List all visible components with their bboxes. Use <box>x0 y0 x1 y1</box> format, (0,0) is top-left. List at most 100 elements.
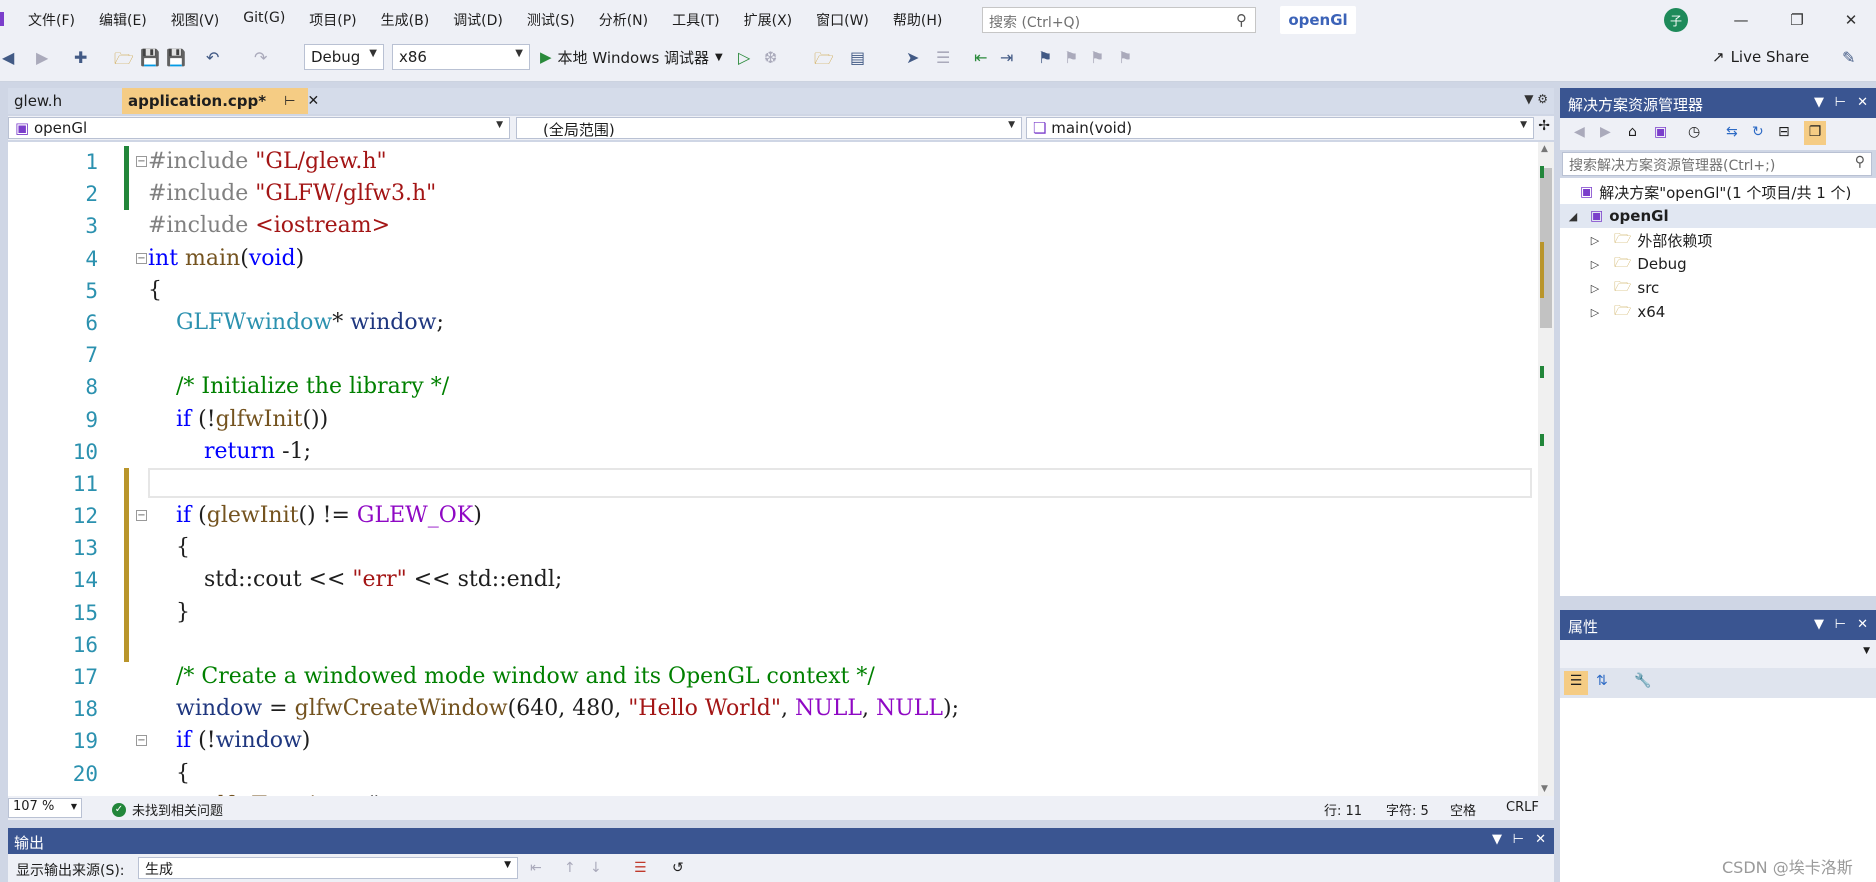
pin-icon[interactable]: ⊢ <box>1835 617 1846 632</box>
menu-debug[interactable]: 调试(D) <box>441 10 515 30</box>
forward-icon[interactable]: ▶ <box>36 48 48 67</box>
menu-build[interactable]: 生成(B) <box>369 10 442 30</box>
show-all-files-icon[interactable]: ❐ <box>1804 121 1826 145</box>
redo-icon[interactable]: ↷ <box>254 48 267 67</box>
home-icon[interactable]: ⌂ <box>1628 124 1637 140</box>
tree-item-external-deps[interactable]: ▷ 🗁 外部依赖项 <box>1560 228 1876 252</box>
hot-reload-icon[interactable]: ❆ <box>764 48 777 67</box>
tree-item-project[interactable]: ◢ ▣ openGl <box>1560 204 1876 228</box>
chevron-down-icon[interactable]: ▼ <box>1492 832 1502 847</box>
project-dropdown[interactable]: ▣ openGl ▼ <box>8 117 510 139</box>
close-icon[interactable]: ✕ <box>1857 95 1868 110</box>
alphabetical-icon[interactable]: ⇅ <box>1596 673 1608 689</box>
start-without-debug-icon[interactable]: ▷ <box>738 48 750 67</box>
undo-icon[interactable]: ↶ <box>206 48 219 67</box>
close-window-icon[interactable]: ✕ <box>1836 8 1866 32</box>
menu-extensions[interactable]: 扩展(X) <box>732 10 805 30</box>
zoom-select[interactable]: 107 % ▼ <box>8 798 82 818</box>
start-debugging-button[interactable]: ▶ 本地 Windows 调试器 ▼ <box>540 44 723 70</box>
bookmark-next-icon[interactable]: ⚑ <box>1090 48 1104 67</box>
clear-all-icon[interactable]: ☰ <box>634 860 647 876</box>
whitespace-indicator[interactable]: 空格 <box>1450 800 1476 819</box>
menu-project[interactable]: 项目(P) <box>297 10 368 30</box>
refresh-icon[interactable]: ↻ <box>1752 124 1764 140</box>
new-project-icon[interactable]: ✚ <box>74 48 87 67</box>
sync-icon[interactable]: ⇆ <box>1726 124 1738 140</box>
member-dropdown[interactable]: ❏ main(void) ▼ <box>1026 117 1534 139</box>
save-icon[interactable]: 💾 <box>140 48 160 67</box>
pointer-icon[interactable]: ➤ <box>906 48 919 67</box>
tree-item-x64[interactable]: ▷ 🗁 x64 <box>1560 300 1876 324</box>
property-pages-icon[interactable]: 🔧 <box>1634 673 1651 689</box>
outdent-icon[interactable]: ⇤ <box>974 48 987 67</box>
close-icon[interactable]: ✕ <box>307 93 319 109</box>
switch-view-icon[interactable]: ▣ <box>1654 124 1667 140</box>
scope-dropdown[interactable]: (全局范围) ▼ <box>516 117 1022 139</box>
tab-application-cpp[interactable]: application.cpp* ⊢ ✕ <box>122 88 319 114</box>
collapsed-icon[interactable]: ▷ <box>1588 306 1602 319</box>
collapse-icon[interactable]: − <box>136 252 147 264</box>
split-icon[interactable]: ✢ <box>1538 118 1550 134</box>
history-icon[interactable]: ◷ <box>1688 124 1700 140</box>
pin-icon[interactable]: ⊢ <box>1513 832 1524 847</box>
collapse-icon[interactable]: − <box>136 510 147 522</box>
close-icon[interactable]: ✕ <box>1857 617 1868 632</box>
eol-indicator[interactable]: CRLF <box>1506 800 1539 815</box>
back-icon[interactable]: ◀ <box>1574 124 1585 140</box>
browse-folder-icon[interactable]: 🗁 <box>814 48 834 75</box>
avatar[interactable]: 子 <box>1664 8 1688 32</box>
restore-icon[interactable]: ❐ <box>1782 8 1812 32</box>
config-select[interactable]: Debug ▼ <box>304 44 384 70</box>
menu-edit[interactable]: 编辑(E) <box>87 10 159 30</box>
menu-tools[interactable]: 工具(T) <box>660 10 731 30</box>
tab-glew-h[interactable]: glew.h <box>8 88 116 114</box>
collapsed-icon[interactable]: ▷ <box>1588 234 1602 247</box>
editor-vertical-scrollbar[interactable]: ▲ ▼ <box>1538 142 1554 796</box>
issues-indicator[interactable]: ✓ 未找到相关问题 <box>112 800 223 819</box>
feedback-icon[interactable]: ✎ <box>1842 48 1855 67</box>
line-indicator[interactable]: 行: 11 <box>1324 800 1362 819</box>
word-wrap-icon[interactable]: ↺ <box>672 860 684 876</box>
tree-item-src[interactable]: ▷ 🗁 src <box>1560 276 1876 300</box>
collapsed-icon[interactable]: ▷ <box>1588 258 1602 271</box>
collapsed-icon[interactable]: ▷ <box>1588 282 1602 295</box>
minimize-icon[interactable]: — <box>1726 8 1756 32</box>
bookmark-icon[interactable]: ⚑ <box>1038 48 1052 67</box>
forward-icon[interactable]: ▶ <box>1600 124 1611 140</box>
output-source-select[interactable]: 生成 ▼ <box>138 857 518 879</box>
categorized-icon[interactable]: ☰ <box>1564 671 1588 695</box>
menu-test[interactable]: 测试(S) <box>515 10 587 30</box>
menu-window[interactable]: 窗口(W) <box>804 10 881 30</box>
scroll-up-icon[interactable]: ▲ <box>1541 144 1548 154</box>
solution-explorer-search-input[interactable]: 搜索解决方案资源管理器(Ctrl+;) ⚲ <box>1562 152 1872 176</box>
collapse-icon[interactable]: − <box>136 156 147 167</box>
collapse-all-icon[interactable]: ⊟ <box>1778 124 1790 140</box>
expanded-icon[interactable]: ◢ <box>1566 210 1580 223</box>
save-all-icon[interactable]: 💾 <box>166 48 186 67</box>
live-share-button[interactable]: ↗ Live Share <box>1712 48 1809 66</box>
pin-icon[interactable]: ⊢ <box>284 94 295 109</box>
menu-analyze[interactable]: 分析(N) <box>587 10 660 30</box>
tree-item-solution[interactable]: ▣ 解决方案"openGl"(1 个项目/共 1 个) <box>1560 180 1876 204</box>
menu-help[interactable]: 帮助(H) <box>881 10 954 30</box>
pin-icon[interactable]: ⊢ <box>1835 95 1846 110</box>
properties-object-select[interactable]: ▼ <box>1560 640 1876 670</box>
find-message-icon[interactable]: ⇤ <box>530 860 542 876</box>
layout-icon[interactable]: ▤ <box>850 48 865 67</box>
chevron-down-icon[interactable]: ▼ <box>1814 95 1824 110</box>
menu-file[interactable]: 文件(F) <box>16 10 87 30</box>
next-message-icon[interactable]: ↓ <box>590 860 602 876</box>
back-icon[interactable]: ◀ <box>2 48 14 67</box>
global-search-input[interactable]: 搜索 (Ctrl+Q) ⚲ <box>982 7 1256 33</box>
code-editor[interactable]: 1− #include "GL/glew.h" 2 #include "GLFW/g… <box>8 142 1554 796</box>
bookmark-prev-icon[interactable]: ⚑ <box>1064 48 1078 67</box>
format-icon[interactable]: ☰ <box>936 48 950 67</box>
indent-icon[interactable]: ⇥ <box>1000 48 1013 67</box>
char-indicator[interactable]: 字符: 5 <box>1386 800 1429 819</box>
menu-view[interactable]: 视图(V) <box>159 10 232 30</box>
menu-git[interactable]: Git(G) <box>231 10 297 30</box>
collapse-icon[interactable]: − <box>136 735 147 747</box>
open-folder-icon[interactable]: 🗁 <box>114 48 134 75</box>
chevron-down-icon[interactable]: ▼ <box>1814 617 1824 632</box>
tree-item-debug[interactable]: ▷ 🗁 Debug <box>1560 252 1876 276</box>
